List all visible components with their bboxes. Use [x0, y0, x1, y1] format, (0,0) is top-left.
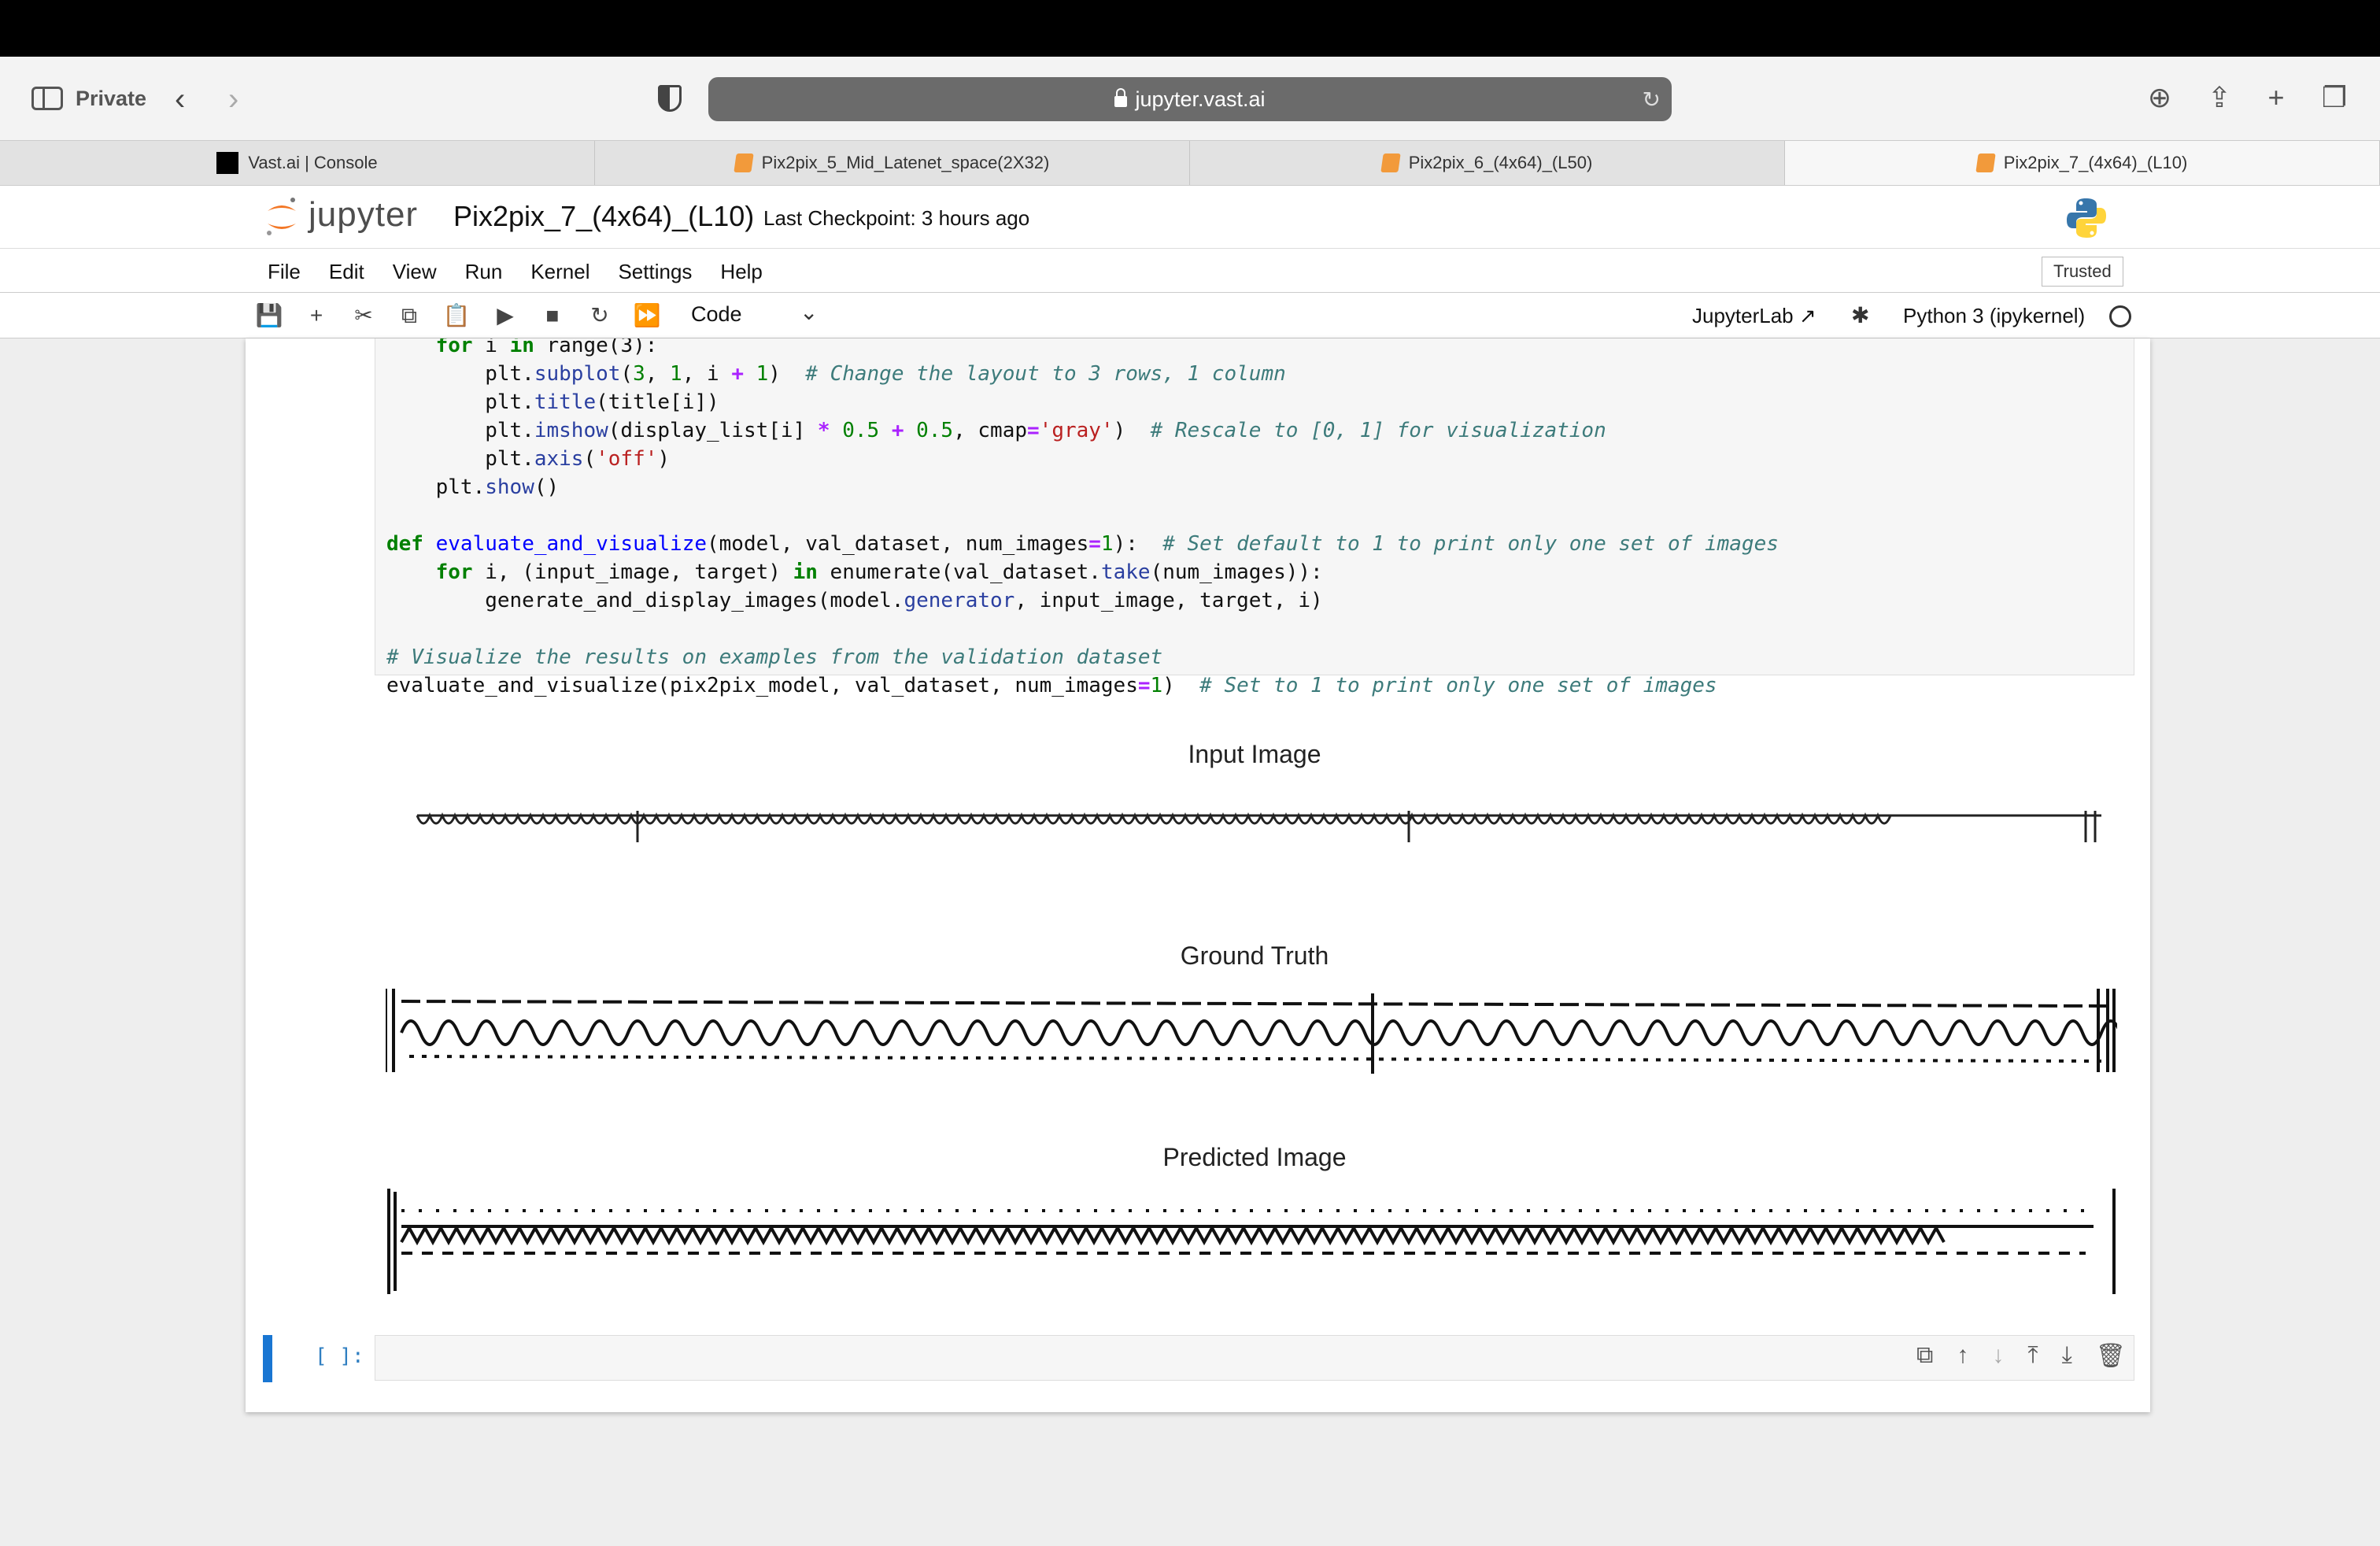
- tab-label: Pix2pix_7_(4x64)_(L10): [2003, 153, 2188, 172]
- tab-label: Pix2pix_5_Mid_Latenet_space(2X32): [761, 153, 1050, 172]
- cell-prompt: [ ]:: [315, 1344, 364, 1368]
- tab-pix2pix-7[interactable]: Pix2pix_7_(4x64)_(L10): [1785, 141, 2380, 185]
- tab-overview-icon[interactable]: ❐: [2317, 80, 2352, 115]
- copy-icon[interactable]: ⧉: [394, 301, 425, 331]
- address-bar[interactable]: jupyter.vast.ai ↻: [708, 77, 1672, 121]
- empty-code-cell[interactable]: ⧉ ↑ ↓ ⤒ ⤓ 🗑: [375, 1335, 2134, 1381]
- chevron-down-icon[interactable]: ⌄: [800, 299, 818, 325]
- cell-type-select[interactable]: Code: [691, 302, 742, 327]
- predicted-image-title: Predicted Image: [1162, 1143, 1347, 1171]
- vast-favicon-icon: [216, 152, 239, 174]
- duplicate-cell-icon[interactable]: ⧉: [1916, 1342, 1933, 1370]
- debugger-bug-icon[interactable]: ✱: [1851, 302, 1869, 328]
- code-editor[interactable]: for i in range(3): plt.subplot(3, 1, i +…: [386, 338, 1779, 700]
- menu-kernel[interactable]: Kernel: [530, 260, 589, 284]
- input-image: [386, 787, 2117, 852]
- stop-icon[interactable]: ■: [537, 301, 568, 331]
- back-chevron-icon[interactable]: ‹: [175, 83, 185, 115]
- menu-view[interactable]: View: [393, 260, 437, 284]
- privacy-shield-icon[interactable]: [658, 85, 682, 112]
- tab-bar: Vast.ai | Console Pix2pix_5_Mid_Latenet_…: [0, 140, 2380, 186]
- predicted-image-graphic: [387, 1189, 2116, 1294]
- download-icon[interactable]: ⊕: [2142, 80, 2177, 115]
- restart-run-all-icon[interactable]: ⏩: [631, 301, 663, 331]
- move-up-icon[interactable]: ↑: [1957, 1342, 1968, 1370]
- external-link-icon: ↗: [1798, 304, 1816, 327]
- jupyter-header: jupyter Pix2pix_7_(4x64)_(L10) Last Chec…: [0, 186, 2380, 249]
- trusted-badge[interactable]: Trusted: [2042, 257, 2123, 287]
- forward-chevron-icon[interactable]: ›: [228, 83, 238, 115]
- kernel-status-icon: [2109, 305, 2131, 327]
- jupyter-menubar: File Edit View Run Kernel Settings Help …: [0, 249, 2380, 293]
- input-image-graphic: [416, 811, 2101, 842]
- url-text: jupyter.vast.ai: [1135, 87, 1266, 111]
- paste-icon[interactable]: 📋: [441, 301, 472, 331]
- cut-icon[interactable]: ✂: [348, 301, 379, 331]
- menu-bar-black: [0, 0, 2380, 57]
- menu-settings[interactable]: Settings: [618, 260, 692, 284]
- ground-truth-image: [386, 986, 2117, 1085]
- menu-help[interactable]: Help: [720, 260, 762, 284]
- new-tab-icon[interactable]: +: [2259, 80, 2293, 115]
- notebook-favicon-icon: [1380, 153, 1401, 172]
- ground-truth-graphic: [386, 989, 2117, 1074]
- jupyter-logo-icon[interactable]: [264, 197, 299, 238]
- browser-toolbar: Private ‹ › jupyter.vast.ai ↻ ⊕ ⇪ + ❐: [0, 57, 2380, 140]
- notebook-toolbar: 💾 + ✂ ⧉ 📋 ▶ ■ ↻ ⏩ Code ⌄ JupyterLab ↗ ✱ …: [0, 293, 2380, 338]
- tab-vast-console[interactable]: Vast.ai | Console: [0, 141, 595, 185]
- menu-file[interactable]: File: [268, 260, 301, 284]
- notebook-favicon-icon: [1975, 153, 1996, 172]
- jupyterlab-link[interactable]: JupyterLab ↗: [1692, 304, 1816, 328]
- move-down-icon[interactable]: ↓: [1992, 1342, 2004, 1370]
- reload-icon[interactable]: ↻: [1643, 87, 1661, 113]
- tab-pix2pix-5[interactable]: Pix2pix_5_Mid_Latenet_space(2X32): [595, 141, 1190, 185]
- restart-icon[interactable]: ↻: [584, 301, 615, 331]
- notebook-favicon-icon: [733, 153, 754, 172]
- insert-below-icon[interactable]: ⤓: [2062, 1342, 2072, 1370]
- delete-cell-icon[interactable]: 🗑: [2096, 1342, 2126, 1370]
- input-image-title: Input Image: [1188, 740, 1321, 768]
- menu-run[interactable]: Run: [465, 260, 503, 284]
- jupyterlab-link-label: JupyterLab: [1692, 304, 1794, 327]
- private-label: Private: [76, 87, 147, 110]
- share-icon[interactable]: ⇪: [2202, 80, 2237, 115]
- lock-icon: [1114, 88, 1128, 107]
- active-cell-indicator: [263, 1335, 272, 1382]
- insert-above-icon[interactable]: ⤒: [2027, 1342, 2038, 1370]
- jupyter-logo-text[interactable]: jupyter: [309, 195, 418, 235]
- predicted-image: [386, 1187, 2117, 1297]
- add-cell-icon[interactable]: +: [301, 301, 332, 331]
- cell-output: Input Image Ground Truth Predicted Image: [375, 740, 2134, 1297]
- sidebar-toggle-icon[interactable]: [31, 87, 63, 110]
- run-icon[interactable]: ▶: [490, 301, 521, 331]
- save-icon[interactable]: 💾: [253, 301, 285, 331]
- notebook-area: for i in range(3): plt.subplot(3, 1, i +…: [246, 338, 2150, 1412]
- notebook-title[interactable]: Pix2pix_7_(4x64)_(L10): [453, 200, 754, 233]
- tab-label: Pix2pix_6_(4x64)_(L50): [1408, 153, 1593, 172]
- tab-pix2pix-6[interactable]: Pix2pix_6_(4x64)_(L50): [1190, 141, 1785, 185]
- python-logo-icon: [2067, 198, 2106, 238]
- ground-truth-title: Ground Truth: [1180, 941, 1329, 970]
- menu-edit[interactable]: Edit: [329, 260, 364, 284]
- kernel-name[interactable]: Python 3 (ipykernel): [1903, 304, 2085, 328]
- tab-label: Vast.ai | Console: [248, 153, 378, 172]
- checkpoint-status: Last Checkpoint: 3 hours ago: [763, 206, 1030, 230]
- code-cell[interactable]: for i in range(3): plt.subplot(3, 1, i +…: [375, 338, 2134, 697]
